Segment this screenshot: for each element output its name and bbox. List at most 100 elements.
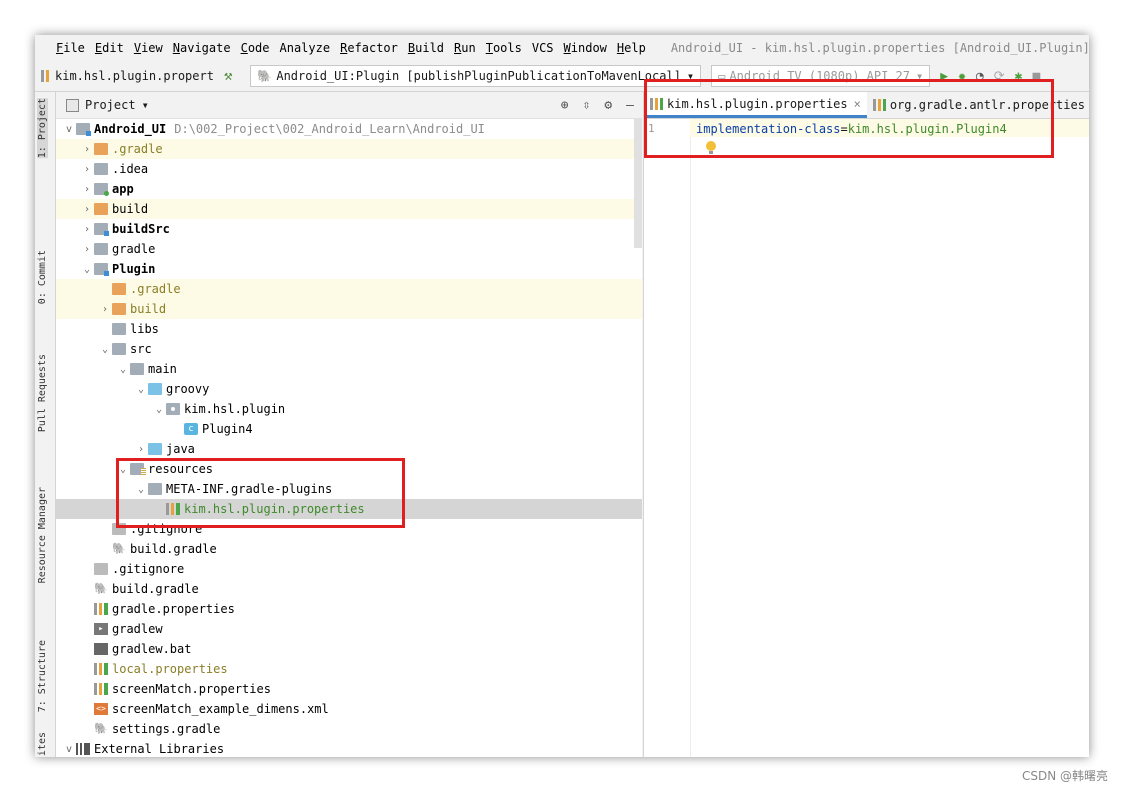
- menu-label: VCS: [531, 41, 554, 55]
- cls-icon: c: [184, 423, 198, 435]
- menu-label: Analyze: [279, 41, 331, 55]
- collapse-all-icon[interactable]: ⇳: [583, 98, 591, 113]
- tree-row[interactable]: › .idea: [56, 159, 642, 179]
- folder-icon: [112, 283, 126, 295]
- tree-row[interactable]: 🐘 build.gradle: [56, 539, 642, 559]
- menu-item-analyze[interactable]: Analyze: [275, 41, 336, 55]
- tree-row-label: build.gradle: [130, 542, 217, 556]
- tree-root-row[interactable]: v Android_UI D:\002_Project\002_Android_…: [56, 119, 642, 139]
- stripe-commit-tab[interactable]: 0: Commit: [37, 250, 48, 304]
- stripe-favorites-tab[interactable]: ites: [37, 732, 48, 756]
- menu-item-window[interactable]: Window: [559, 41, 612, 55]
- shellfile-icon: ▸: [94, 623, 108, 635]
- menu-item-vcs[interactable]: VCS: [527, 41, 559, 55]
- chevron-down-icon[interactable]: ⌄: [134, 384, 148, 395]
- menu-item-tools[interactable]: Tools: [481, 41, 527, 55]
- tree-row-label: screenMatch_example_dimens.xml: [112, 702, 329, 716]
- propfile-icon: [94, 683, 108, 695]
- tree-row-label: .gradle: [112, 142, 163, 156]
- tree-row[interactable]: .gitignore: [56, 559, 642, 579]
- menu-item-file[interactable]: File: [51, 41, 90, 55]
- menu-item-view[interactable]: View: [129, 41, 168, 55]
- tree-row-label: libs: [130, 322, 159, 336]
- gradlefile-icon: 🐘: [94, 582, 108, 595]
- tree-row[interactable]: ⌄ kim.hsl.plugin: [56, 399, 642, 419]
- tree-row[interactable]: 🐘 build.gradle: [56, 579, 642, 599]
- project-panel-title[interactable]: Project: [85, 98, 136, 112]
- tree-row[interactable]: screenMatch.properties: [56, 679, 642, 699]
- menu-item-build[interactable]: Build: [403, 41, 449, 55]
- chevron-right-icon[interactable]: ›: [80, 244, 94, 255]
- chevron-down-icon[interactable]: ⌄: [116, 364, 130, 375]
- menu-item-refactor[interactable]: Refactor: [335, 41, 403, 55]
- chevron-right-icon[interactable]: ›: [98, 304, 112, 315]
- folder-icon: [94, 223, 109, 236]
- run-config-label: Android_UI:Plugin [publishPluginPublicat…: [276, 69, 681, 83]
- project-panel-header: Project ▾ ⊕ ⇳ ⚙ —: [56, 92, 642, 119]
- menu-item-code[interactable]: Code: [236, 41, 275, 55]
- chevron-down-icon[interactable]: ⌄: [80, 264, 94, 275]
- chevron-down-icon[interactable]: v: [62, 744, 76, 755]
- tree-row[interactable]: ⌄ src: [56, 339, 642, 359]
- chevron-right-icon[interactable]: ›: [80, 164, 94, 175]
- tree-row[interactable]: gradle.properties: [56, 599, 642, 619]
- tree-row-label: build: [112, 202, 149, 216]
- chevron-right-icon[interactable]: ›: [80, 204, 94, 215]
- tree-row[interactable]: 🐘 settings.gradle: [56, 719, 642, 739]
- menu-item-navigate[interactable]: Navigate: [168, 41, 236, 55]
- locate-icon[interactable]: ⊕: [561, 98, 569, 113]
- tree-row-label: groovy: [166, 382, 210, 396]
- tree-row-label: local.properties: [112, 662, 228, 676]
- chevron-right-icon[interactable]: ›: [134, 444, 148, 455]
- menu-label: uild: [415, 41, 445, 55]
- chevron-right-icon[interactable]: ›: [80, 184, 94, 195]
- tree-row-label: src: [130, 342, 152, 356]
- menu-item-help[interactable]: Help: [612, 41, 651, 55]
- menu-item-run[interactable]: Run: [449, 41, 481, 55]
- tree-row[interactable]: c Plugin4: [56, 419, 642, 439]
- tree-row[interactable]: › buildSrc: [56, 219, 642, 239]
- root-name: Android_UI: [94, 122, 167, 136]
- stripe-resource-manager-tab[interactable]: Resource Manager: [37, 487, 48, 583]
- breadcrumb[interactable]: kim.hsl.plugin.propert: [41, 69, 214, 83]
- tree-row[interactable]: › .gradle: [56, 139, 642, 159]
- tree-row-label: screenMatch.properties: [112, 682, 271, 696]
- chevron-right-icon[interactable]: ›: [80, 224, 94, 235]
- stripe-pull-requests-tab[interactable]: Pull Requests: [37, 354, 48, 432]
- tree-row[interactable]: ▸ gradlew: [56, 619, 642, 639]
- tree-row[interactable]: › gradle: [56, 239, 642, 259]
- tree-row[interactable]: local.properties: [56, 659, 642, 679]
- tree-row[interactable]: › app: [56, 179, 642, 199]
- chevron-down-icon[interactable]: ⌄: [152, 404, 166, 415]
- menu-label: iew: [141, 41, 163, 55]
- tree-row[interactable]: ⌄ Plugin: [56, 259, 642, 279]
- gear-icon[interactable]: ⚙: [604, 98, 612, 113]
- tree-row[interactable]: gradlew.bat: [56, 639, 642, 659]
- chevron-down-icon[interactable]: ⌄: [98, 344, 112, 355]
- stripe-structure-tab[interactable]: 7: Structure: [37, 640, 48, 712]
- menu-label: avigate: [180, 41, 231, 55]
- tree-row[interactable]: .gradle: [56, 279, 642, 299]
- chevron-right-icon[interactable]: ›: [80, 144, 94, 155]
- tree-row[interactable]: › build: [56, 199, 642, 219]
- external-libraries-row[interactable]: v External Libraries: [56, 739, 642, 757]
- hide-icon[interactable]: —: [626, 98, 634, 113]
- tree-row[interactable]: <> screenMatch_example_dimens.xml: [56, 699, 642, 719]
- tree-row[interactable]: ⌄ main: [56, 359, 642, 379]
- tree-row[interactable]: › java: [56, 439, 642, 459]
- tree-row[interactable]: › build: [56, 299, 642, 319]
- root-path: D:\002_Project\002_Android_Learn\Android…: [174, 122, 485, 136]
- gradle-icon: 🐘: [257, 69, 273, 83]
- chevron-down-icon[interactable]: v: [62, 124, 76, 135]
- tree-row[interactable]: ⌄ groovy: [56, 379, 642, 399]
- scrollbar[interactable]: [634, 118, 642, 248]
- folder-icon: [112, 303, 126, 315]
- editor-panel: kim.hsl.plugin.properties × org.gradle.a…: [643, 92, 1089, 757]
- tree-row[interactable]: libs: [56, 319, 642, 339]
- stripe-project-tab[interactable]: 1: Project: [37, 98, 48, 159]
- menu-mnemonic: C: [240, 41, 248, 55]
- build-hammer-icon[interactable]: ⚒: [224, 68, 232, 84]
- menu-item-edit[interactable]: Edit: [90, 41, 129, 55]
- chevron-down-icon[interactable]: ▾: [142, 98, 149, 112]
- run-config-select[interactable]: 🐘 Android_UI:Plugin [publishPluginPublic…: [250, 65, 702, 87]
